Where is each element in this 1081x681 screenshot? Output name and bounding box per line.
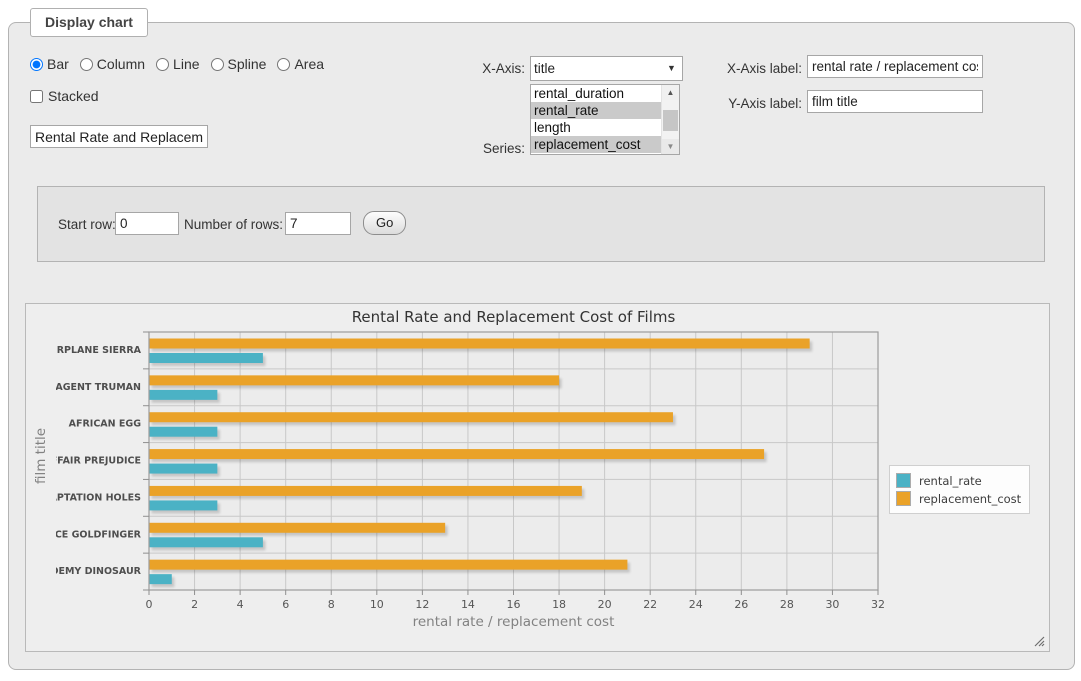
- chart-y-axis-title: film title: [33, 386, 49, 526]
- x-tick-label: 0: [146, 598, 153, 611]
- chart-type-radio-label: Area: [294, 56, 324, 72]
- chart-type-radio-line[interactable]: [156, 58, 169, 71]
- bar-replacement_cost: [149, 560, 627, 570]
- chart-type-radio-bar[interactable]: [30, 58, 43, 71]
- chart-title: Rental Rate and Replacement Cost of Film…: [149, 308, 878, 326]
- bar-rental_rate: [149, 537, 263, 547]
- stacked-label: Stacked: [48, 88, 99, 104]
- category-label: ADAPTATION HOLES: [56, 492, 141, 503]
- legend-swatch: [896, 473, 911, 488]
- x-tick-label: 28: [780, 598, 794, 611]
- x-tick-label: 10: [370, 598, 384, 611]
- category-label: AFFAIR PREJUDICE: [56, 456, 141, 467]
- chart-type-radio-spline[interactable]: [211, 58, 224, 71]
- chart-x-axis-title: rental rate / replacement cost: [149, 614, 878, 630]
- chart-type-radio-area[interactable]: [277, 58, 290, 71]
- series-option-rental_rate[interactable]: rental_rate: [531, 102, 662, 119]
- scroll-down-icon[interactable]: ▼: [662, 139, 679, 154]
- x-tick-label: 12: [415, 598, 429, 611]
- display-chart-tab[interactable]: Display chart: [30, 8, 148, 37]
- series-select-label: Series:: [455, 141, 525, 156]
- category-label: ACE GOLDFINGER: [56, 529, 142, 540]
- chart-type-radio-label: Column: [97, 56, 145, 72]
- series-listbox: rental_durationrental_ratelengthreplacem…: [530, 84, 680, 155]
- legend-entry-rental_rate: rental_rate: [896, 473, 1021, 488]
- x-tick-label: 30: [825, 598, 839, 611]
- bar-chart-plot: 02468101214161820222426283032AIRPLANE SI…: [56, 329, 886, 614]
- x-axis-label-input[interactable]: [807, 55, 983, 78]
- x-tick-label: 24: [689, 598, 703, 611]
- x-axis-label-label: X-Axis label:: [722, 61, 802, 76]
- x-tick-label: 32: [871, 598, 885, 611]
- bar-rental_rate: [149, 353, 263, 363]
- chart-legend: rental_rate replacement_cost: [889, 465, 1030, 514]
- x-tick-label: 8: [328, 598, 335, 611]
- bar-rental_rate: [149, 464, 217, 474]
- x-tick-label: 2: [191, 598, 198, 611]
- bar-replacement_cost: [149, 449, 764, 459]
- series-option-rental_duration[interactable]: rental_duration: [531, 85, 662, 102]
- bar-rental_rate: [149, 390, 217, 400]
- y-axis-label-label: Y-Axis label:: [722, 96, 802, 111]
- bar-replacement_cost: [149, 486, 582, 496]
- number-of-rows-label: Number of rows:: [184, 217, 283, 232]
- bar-rental_rate: [149, 500, 217, 510]
- row-range-panel: Start row: Number of rows: Go: [37, 186, 1045, 262]
- x-tick-label: 4: [237, 598, 244, 611]
- scroll-up-icon[interactable]: ▲: [662, 85, 679, 100]
- chart-type-radio-label: Line: [173, 56, 199, 72]
- start-row-input[interactable]: [115, 212, 179, 235]
- x-tick-label: 20: [598, 598, 612, 611]
- chart-type-radio-group: Bar Column Line Spline Area: [30, 56, 335, 72]
- x-tick-label: 6: [282, 598, 289, 611]
- bar-replacement_cost: [149, 523, 445, 533]
- series-option-replacement_cost[interactable]: replacement_cost: [531, 136, 662, 153]
- legend-swatch: [896, 491, 911, 506]
- category-label: ACADEMY DINOSAUR: [56, 566, 142, 577]
- bar-rental_rate: [149, 427, 217, 437]
- stacked-checkbox[interactable]: [30, 90, 43, 103]
- resize-handle-icon[interactable]: [1033, 635, 1045, 647]
- bar-replacement_cost: [149, 412, 673, 422]
- bar-replacement_cost: [149, 375, 559, 385]
- bar-rental_rate: [149, 574, 172, 584]
- chart-type-radio-column[interactable]: [80, 58, 93, 71]
- category-label: AGENT TRUMAN: [56, 382, 141, 393]
- x-tick-label: 16: [507, 598, 521, 611]
- x-tick-label: 26: [734, 598, 748, 611]
- chart-container: Rental Rate and Replacement Cost of Film…: [25, 303, 1050, 652]
- chart-type-radio-label: Spline: [228, 56, 267, 72]
- legend-entry-replacement_cost: replacement_cost: [896, 491, 1021, 506]
- x-axis-select-label: X-Axis:: [455, 61, 525, 76]
- go-button[interactable]: Go: [363, 211, 406, 235]
- scrollbar-thumb[interactable]: [663, 110, 678, 131]
- category-label: AIRPLANE SIERRA: [56, 345, 142, 356]
- x-tick-label: 22: [643, 598, 657, 611]
- x-tick-label: 18: [552, 598, 566, 611]
- number-of-rows-input[interactable]: [285, 212, 351, 235]
- chart-title-input[interactable]: [30, 125, 208, 148]
- start-row-label: Start row:: [58, 217, 116, 232]
- chart-type-radio-label: Bar: [47, 56, 69, 72]
- stacked-option: Stacked: [30, 88, 99, 104]
- series-scrollbar[interactable]: ▲ ▼: [661, 85, 679, 154]
- x-tick-label: 14: [461, 598, 475, 611]
- legend-label: rental_rate: [911, 474, 982, 488]
- category-label: AFRICAN EGG: [69, 419, 142, 430]
- y-axis-label-input[interactable]: [807, 90, 983, 113]
- x-axis-select[interactable]: title: [530, 56, 683, 81]
- bar-replacement_cost: [149, 339, 810, 349]
- legend-label: replacement_cost: [911, 492, 1021, 506]
- series-options: rental_durationrental_ratelengthreplacem…: [531, 85, 662, 153]
- series-option-length[interactable]: length: [531, 119, 662, 136]
